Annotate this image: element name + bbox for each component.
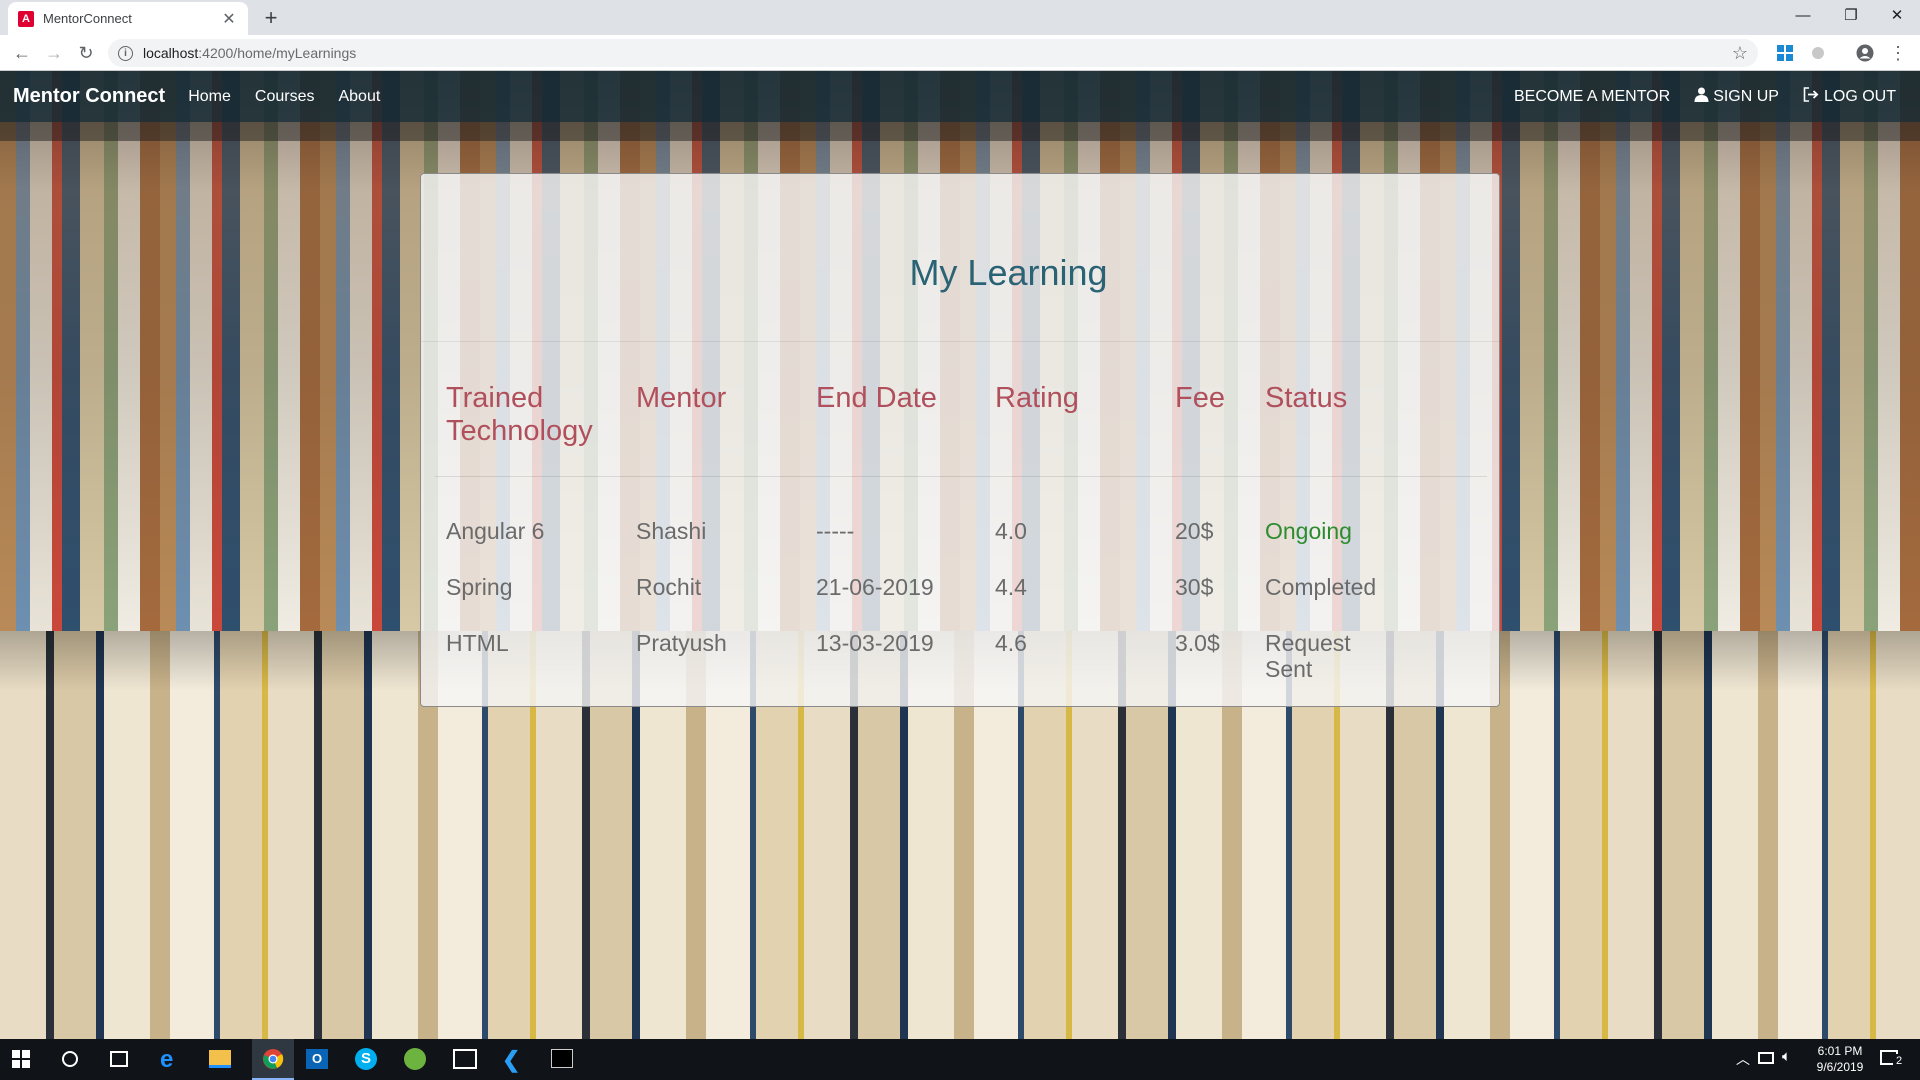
become-mentor-link[interactable]: BECOME A MENTOR <box>1514 88 1670 106</box>
cell-status: Request Sent <box>1265 630 1351 682</box>
menu-kebab-icon[interactable]: ⋮ <box>1888 43 1908 63</box>
spring-tool-icon[interactable] <box>404 1048 426 1070</box>
cell-end-date: 13-03-2019 <box>816 630 934 656</box>
nav-courses[interactable]: Courses <box>255 88 315 106</box>
outlook-icon[interactable]: O <box>306 1049 328 1069</box>
column-header-fee: Fee <box>1175 382 1225 414</box>
cell-mentor: Rochit <box>636 574 702 600</box>
cell-technology: Spring <box>446 574 513 600</box>
info-icon[interactable]: i <box>118 45 133 61</box>
header-divider <box>435 476 1487 477</box>
sign-up-link[interactable]: SIGN UP <box>1694 87 1779 107</box>
cell-status: Ongoing <box>1265 518 1352 544</box>
navbar-right: BECOME A MENTOR SIGN UP LOG OUT <box>1490 71 1896 122</box>
cell-fee: 3.0$ <box>1175 630 1220 656</box>
page-viewport: Mentor Connect Home Courses About BECOME… <box>0 71 1920 1039</box>
cell-end-date: 21-06-2019 <box>816 574 934 600</box>
log-out-label: LOG OUT <box>1823 87 1896 105</box>
title-divider <box>421 341 1501 342</box>
browser-toolbar: ← → ↻ i localhost:4200/home/myLearnings … <box>0 35 1920 71</box>
angular-favicon-icon: A <box>18 10 34 27</box>
forward-icon[interactable]: → <box>40 39 68 67</box>
cell-rating: 4.4 <box>995 574 1027 600</box>
sign-up-label: SIGN UP <box>1713 87 1779 105</box>
my-learning-card: My Learning Trained Technology Mentor En… <box>420 173 1501 707</box>
cell-mentor: Shashi <box>636 518 707 544</box>
close-window-icon[interactable]: ✕ <box>1874 0 1920 30</box>
photos-icon[interactable] <box>453 1049 477 1069</box>
column-header-status: Status <box>1265 382 1348 414</box>
become-mentor-label: BECOME A MENTOR <box>1514 87 1671 105</box>
column-header-end-date: End Date <box>816 382 937 414</box>
brand-logo[interactable]: Mentor Connect <box>13 85 165 108</box>
column-header-rating: Rating <box>995 382 1079 414</box>
volume-icon[interactable]: 🔈︎ <box>1782 1048 1791 1065</box>
clock[interactable]: 6:01 PM 9/6/2019 <box>1800 1043 1880 1075</box>
task-view-icon[interactable] <box>110 1051 128 1067</box>
taskbar: e O S ❮ ︿ 🔈︎ 6:01 PM 9/6/2019 2 <box>0 1039 1920 1080</box>
log-out-link[interactable]: LOG OUT <box>1803 86 1896 107</box>
cell-rating: 4.6 <box>995 630 1027 656</box>
tab-title: MentorConnect <box>43 11 132 26</box>
url-path: :4200/home/myLearnings <box>198 45 357 61</box>
network-icon[interactable] <box>1758 1052 1774 1064</box>
address-bar[interactable]: i localhost:4200/home/myLearnings ☆ <box>108 39 1758 67</box>
extension-circle-icon[interactable] <box>1808 43 1828 63</box>
cell-status: Completed <box>1265 574 1377 600</box>
cell-technology: HTML <box>446 630 509 656</box>
edge-icon[interactable]: e <box>160 1046 173 1074</box>
restore-icon[interactable]: ❐ <box>1828 0 1874 30</box>
nav-home[interactable]: Home <box>188 88 231 106</box>
column-header-mentor: Mentor <box>636 382 727 414</box>
cell-fee: 30$ <box>1175 574 1214 600</box>
app-navbar: Mentor Connect Home Courses About BECOME… <box>0 71 1920 122</box>
skype-icon[interactable]: S <box>355 1048 377 1070</box>
vscode-icon[interactable]: ❮ <box>502 1047 520 1073</box>
action-center-icon[interactable]: 2 <box>1880 1048 1905 1070</box>
windows-start-icon[interactable] <box>12 1050 30 1073</box>
browser-tabstrip: A MentorConnect ✕ + — ❐ ✕ <box>0 0 1920 35</box>
log-out-icon <box>1803 86 1820 107</box>
profile-icon[interactable] <box>1855 43 1875 63</box>
cell-mentor: Pratyush <box>636 630 727 656</box>
nav-about[interactable]: About <box>338 88 380 106</box>
file-explorer-icon[interactable] <box>209 1050 231 1068</box>
cell-technology: Angular 6 <box>446 518 545 544</box>
tray-chevron-icon[interactable]: ︿ <box>1736 1049 1750 1069</box>
cell-fee: 20$ <box>1175 518 1214 544</box>
bookmark-star-icon[interactable]: ☆ <box>1732 43 1748 64</box>
back-icon[interactable]: ← <box>8 39 36 67</box>
search-circle-icon[interactable] <box>62 1051 78 1067</box>
windows-extension-icon[interactable] <box>1775 43 1795 63</box>
browser-tab[interactable]: A MentorConnect ✕ <box>8 2 248 35</box>
clock-time: 6:01 PM <box>1817 1044 1863 1058</box>
cell-end-date: ----- <box>816 518 855 544</box>
minimize-icon[interactable]: — <box>1780 0 1826 30</box>
url-host: localhost <box>143 45 199 61</box>
terminal-icon[interactable] <box>551 1049 573 1068</box>
reload-icon[interactable]: ↻ <box>72 39 100 67</box>
tab-close-icon[interactable]: ✕ <box>220 9 238 29</box>
cell-rating: 4.0 <box>995 518 1027 544</box>
chrome-icon[interactable] <box>252 1039 294 1080</box>
new-tab-icon[interactable]: + <box>258 5 284 31</box>
clock-date: 9/6/2019 <box>1816 1060 1864 1074</box>
notification-count: 2 <box>1893 1054 1905 1068</box>
user-icon <box>1694 87 1709 107</box>
page-title: My Learning <box>909 252 1108 293</box>
column-header-technology: Trained Technology <box>446 382 593 447</box>
